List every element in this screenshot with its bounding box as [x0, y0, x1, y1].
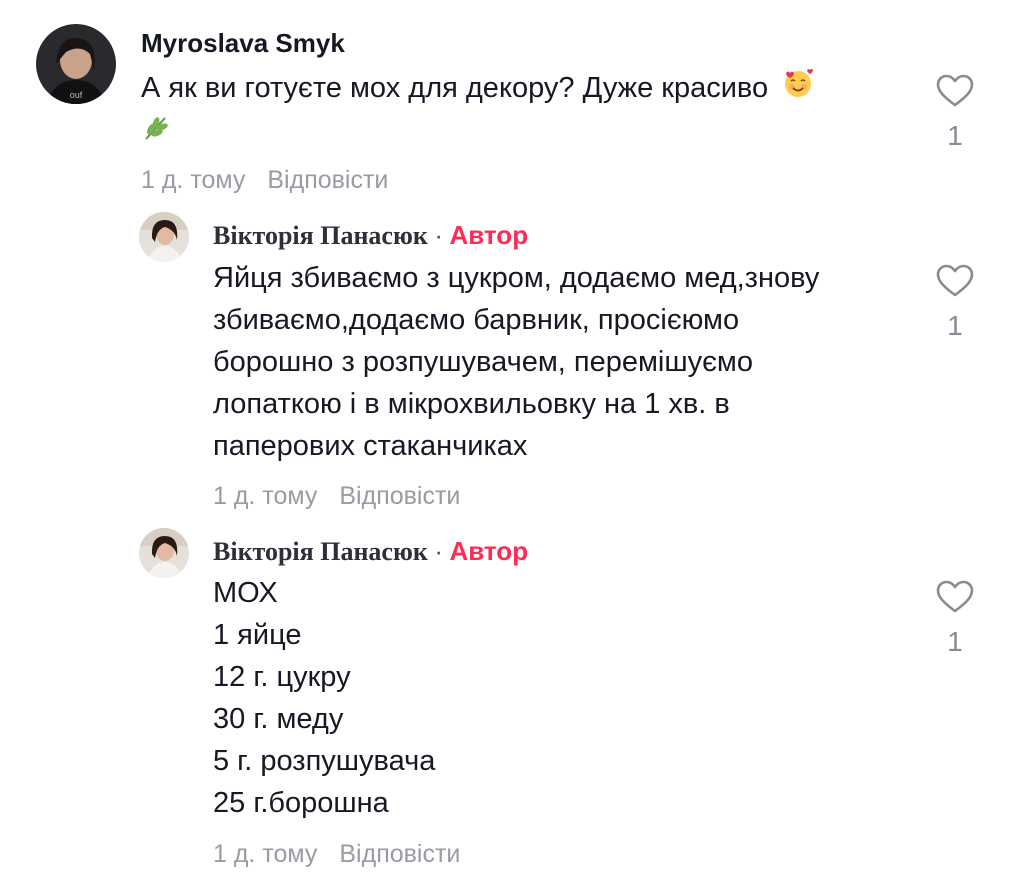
reply-header: Вікторія Панасюк · Автор: [213, 536, 528, 567]
comment-time: 1 д. тому: [141, 166, 246, 194]
reply-text-line: борошно з розпушувачем, перемішуємо: [213, 346, 753, 378]
avatar[interactable]: [139, 528, 189, 578]
like-button[interactable]: 1: [935, 264, 975, 342]
avatar[interactable]: [139, 212, 189, 262]
reply-button[interactable]: Відповісти: [339, 840, 460, 868]
heart-outline-icon: [935, 580, 975, 614]
reply-text-line: Яйця збиваємо з цукром, додаємо мед,знов…: [213, 262, 820, 294]
reply-username[interactable]: Вікторія Панасюк: [213, 537, 428, 566]
reply-meta: 1 д. тому Відповісти: [213, 840, 460, 869]
heart-outline-icon: [935, 264, 975, 298]
reply-time: 1 д. тому: [213, 840, 318, 868]
reply-button[interactable]: Відповісти: [267, 166, 388, 194]
author-badge: Автор: [449, 536, 529, 566]
avatar[interactable]: ouf: [36, 24, 116, 104]
reply-header: Вікторія Панасюк · Автор: [213, 220, 528, 251]
reply-meta: 1 д. тому Відповісти: [213, 482, 460, 511]
reply-text-line: МОХ: [213, 577, 278, 609]
herb-icon: [141, 113, 171, 155]
smiling-face-with-hearts-icon: [782, 67, 814, 111]
reply-text-line: лопаткою і в мікрохвильовку на 1 хв. в: [213, 388, 730, 420]
separator-dot: ·: [434, 220, 443, 250]
reply-text-line: 25 г.борошна: [213, 787, 389, 819]
like-count: 1: [947, 310, 963, 341]
reply-text: Яйця збиваємо з цукром, додаємо мед,знов…: [213, 257, 819, 467]
reply-time: 1 д. тому: [213, 482, 318, 510]
like-count: 1: [947, 626, 963, 657]
like-count: 1: [947, 120, 963, 151]
reply-text-line: 1 яйце: [213, 619, 302, 651]
comment-text: А як ви готуєте мох для декору? Дуже кра…: [141, 67, 814, 155]
like-button[interactable]: 1: [935, 580, 975, 658]
reply-button[interactable]: Відповісти: [339, 482, 460, 510]
svg-text:ouf: ouf: [70, 90, 83, 100]
comment-username[interactable]: Myroslava Smyk: [141, 28, 345, 59]
author-badge: Автор: [449, 220, 529, 250]
separator-dot: ·: [434, 536, 443, 566]
comment-text-line: А як ви готуєте мох для декору? Дуже кра…: [141, 72, 769, 104]
reply-text-line: 5 г. розпушувача: [213, 745, 436, 777]
heart-outline-icon: [935, 74, 975, 108]
reply-text-line: збиваємо,додаємо барвник, просієюмо: [213, 304, 740, 336]
reply-text: МОХ 1 яйце 12 г. цукру 30 г. меду 5 г. р…: [213, 572, 435, 824]
comment-meta: 1 д. тому Відповісти: [141, 166, 388, 195]
reply-username[interactable]: Вікторія Панасюк: [213, 221, 428, 250]
reply-text-line: паперових стаканчиках: [213, 430, 528, 462]
reply-text-line: 12 г. цукру: [213, 661, 351, 693]
like-button[interactable]: 1: [935, 74, 975, 152]
reply-text-line: 30 г. меду: [213, 703, 344, 735]
